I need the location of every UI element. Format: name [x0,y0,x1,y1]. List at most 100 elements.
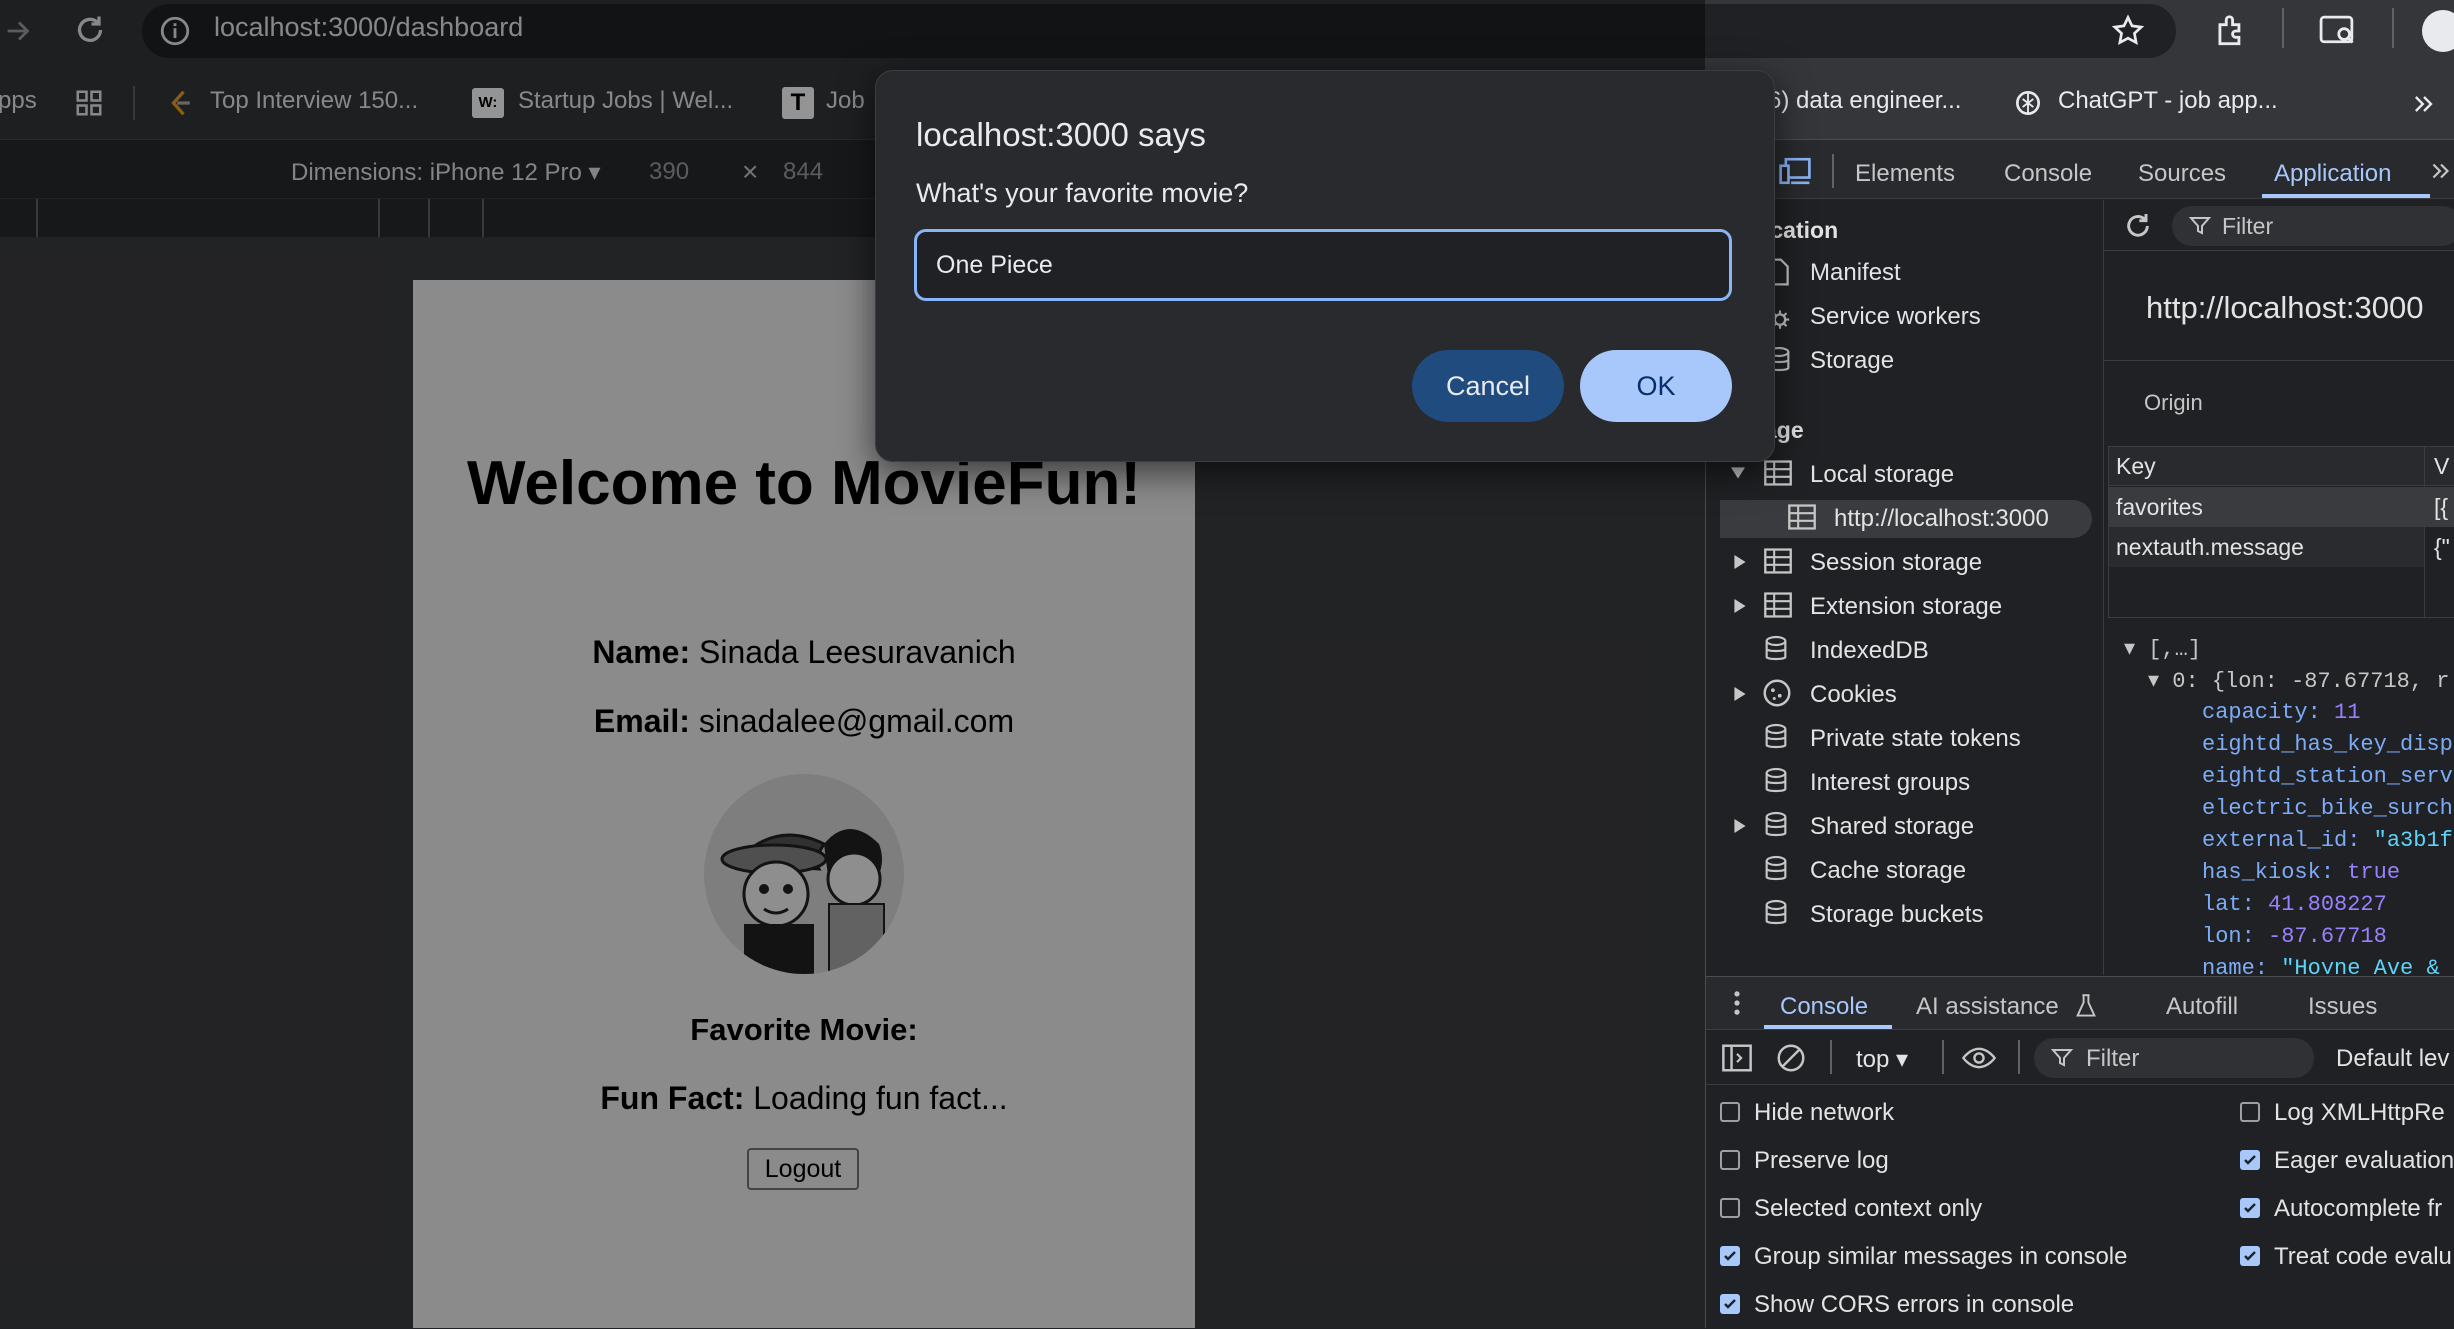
sidebar-item-service-workers[interactable]: Service workers [1810,303,1981,331]
left-checkbox-3[interactable] [1720,1246,1740,1266]
column-header-value[interactable]: V [2434,453,2449,480]
right-checkbox-2[interactable] [2240,1198,2260,1218]
json-root[interactable]: ▾ [,…] [2124,636,2201,662]
chatgpt-icon [2012,87,2044,119]
cancel-button[interactable]: Cancel [1412,350,1564,422]
bookmark-startup-jobs[interactable]: Startup Jobs | Wel... [518,87,733,115]
ruler-mark [428,199,430,237]
sidebar-item-session-storage[interactable]: Session storage [1810,549,1982,577]
sidebar-toggle-icon[interactable] [1722,1044,1752,1072]
sidebar-item-manifest[interactable]: Manifest [1810,259,1901,287]
dialog-title: localhost:3000 says [916,116,1206,153]
filter-placeholder: Filter [2222,213,2274,239]
sidebar-item-storage[interactable]: Storage [1810,347,1894,375]
sidebar-item-indexeddb[interactable]: IndexedDB [1810,637,1929,665]
database-icon [1764,811,1788,839]
dialog-text-input[interactable] [914,229,1732,301]
ruler-mark [36,199,38,237]
sidebar-item-cache-storage[interactable]: Cache storage [1810,857,1966,885]
more-tabs-icon[interactable] [2428,158,2454,184]
column-header-key[interactable]: Key [2116,453,2156,480]
bookmark-top-interview[interactable]: Top Interview 150... [210,87,418,115]
bookmark-star-icon[interactable] [2110,13,2146,49]
ok-button[interactable]: OK [1580,350,1732,422]
sidebar-item-private-state-tokens[interactable]: Private state tokens [1810,725,2021,753]
console-filter-input[interactable] [2034,1038,2314,1078]
origin-label: Origin [2144,390,2203,415]
collapsed-arrow-icon[interactable] [1733,685,1747,703]
json-item-0[interactable]: ▾ 0: {lon: -87.67718, r [2148,668,2450,694]
right-option-label-1: Eager evaluation [2274,1147,2454,1174]
tab-application[interactable]: Application [2274,160,2391,188]
left-checkbox-4[interactable] [1720,1294,1740,1314]
tab-console[interactable]: Console [2004,160,2092,188]
cookie-icon [1762,678,1792,708]
database-icon [1764,899,1788,927]
sidebar-item-localhost[interactable]: http://localhost:3000 [1834,505,2049,533]
right-option-label-0: Log XMLHttpRe [2274,1099,2445,1126]
device-toggle-icon[interactable] [1778,156,1812,186]
tab-search-icon[interactable] [2318,12,2358,50]
toolbar-divider [1830,1040,1832,1074]
log-levels-select[interactable]: Default lev [2336,1045,2449,1073]
sidebar-item-local-storage[interactable]: Local storage [1810,461,1954,489]
fun-fact-value: Loading fun fact... [753,1080,1008,1116]
device-width-input[interactable]: 390 [649,158,689,186]
collapsed-arrow-icon[interactable] [1733,553,1747,571]
json-line: has_kiosk: true [2202,860,2401,885]
collapsed-arrow-icon[interactable] [1733,817,1747,835]
drawer-tab-issues[interactable]: Issues [2308,993,2377,1021]
email-value: sinadalee@gmail.com [698,703,1015,739]
tab-sources[interactable]: Sources [2138,160,2226,188]
left-checkbox-1[interactable] [1720,1150,1740,1170]
left-option-label-0: Hide network [1754,1099,1895,1126]
clear-console-icon[interactable] [1776,1043,1806,1073]
database-icon [1764,635,1788,663]
bookmark-job[interactable]: Job [826,87,865,115]
sidebar-item-storage-buckets[interactable]: Storage buckets [1810,901,1983,929]
site-info-icon[interactable] [158,14,192,48]
json-line: eightd_has_key_disp [2202,732,2453,757]
bookmark-apps[interactable]: pps [0,87,37,115]
sidebar-item-extension-storage[interactable]: Extension storage [1810,593,2002,621]
drawer-tab-ai-assistance[interactable]: AI assistance [1916,993,2059,1021]
avatar [704,774,904,974]
left-option-label-4: Show CORS errors in console [1754,1291,2075,1318]
more-bookmarks-chevron-icon[interactable] [2410,90,2438,118]
right-checkbox-3[interactable] [2240,1246,2260,1266]
json-line: eightd_station_serv [2202,764,2453,789]
collapsed-arrow-icon[interactable] [1733,597,1747,615]
right-checkbox-1[interactable] [2240,1150,2260,1170]
expanded-arrow-icon[interactable] [1729,466,1747,480]
left-checkbox-0[interactable] [1720,1102,1740,1122]
right-checkbox-0[interactable] [2240,1102,2260,1122]
forward-arrow-icon[interactable] [2,14,36,48]
leetcode-icon [166,88,196,118]
drawer-tab-autofill[interactable]: Autofill [2166,993,2238,1021]
extensions-icon[interactable] [2212,12,2250,50]
apps-grid-icon[interactable] [74,88,104,118]
kebab-menu-icon[interactable] [1733,990,1741,1016]
eye-icon[interactable] [1962,1046,1996,1070]
toolbar-divider [1942,1040,1944,1074]
sidebar-item-cookies[interactable]: Cookies [1810,681,1897,709]
device-height-input[interactable]: 844 [783,158,823,186]
json-line: lon: -87.67718 [2202,924,2387,949]
sidebar-item-interest-groups[interactable]: Interest groups [1810,769,1970,797]
storage-filter-input[interactable] [2172,206,2454,246]
json-line: capacity: 11 [2202,700,2361,725]
refresh-icon[interactable] [2122,210,2154,242]
left-checkbox-2[interactable] [1720,1198,1740,1218]
table-icon [1764,460,1792,486]
tab-elements[interactable]: Elements [1855,160,1955,188]
url-text[interactable]: localhost:3000/dashboard [214,12,523,43]
drawer-tab-console[interactable]: Console [1780,993,1868,1021]
logout-button[interactable]: Logout [747,1148,859,1190]
device-dimensions-select[interactable]: Dimensions: iPhone 12 Pro ▾ [291,158,601,187]
bookmark-chatgpt[interactable]: ChatGPT - job app... [2058,87,2278,115]
bookmark-data-engineer[interactable]: 6) data engineer... [1768,87,1961,115]
sidebar-item-shared-storage[interactable]: Shared storage [1810,813,1974,841]
reload-icon[interactable] [72,12,108,48]
context-select[interactable]: top ▾ [1856,1045,1908,1074]
toolbar-divider [2282,8,2284,48]
